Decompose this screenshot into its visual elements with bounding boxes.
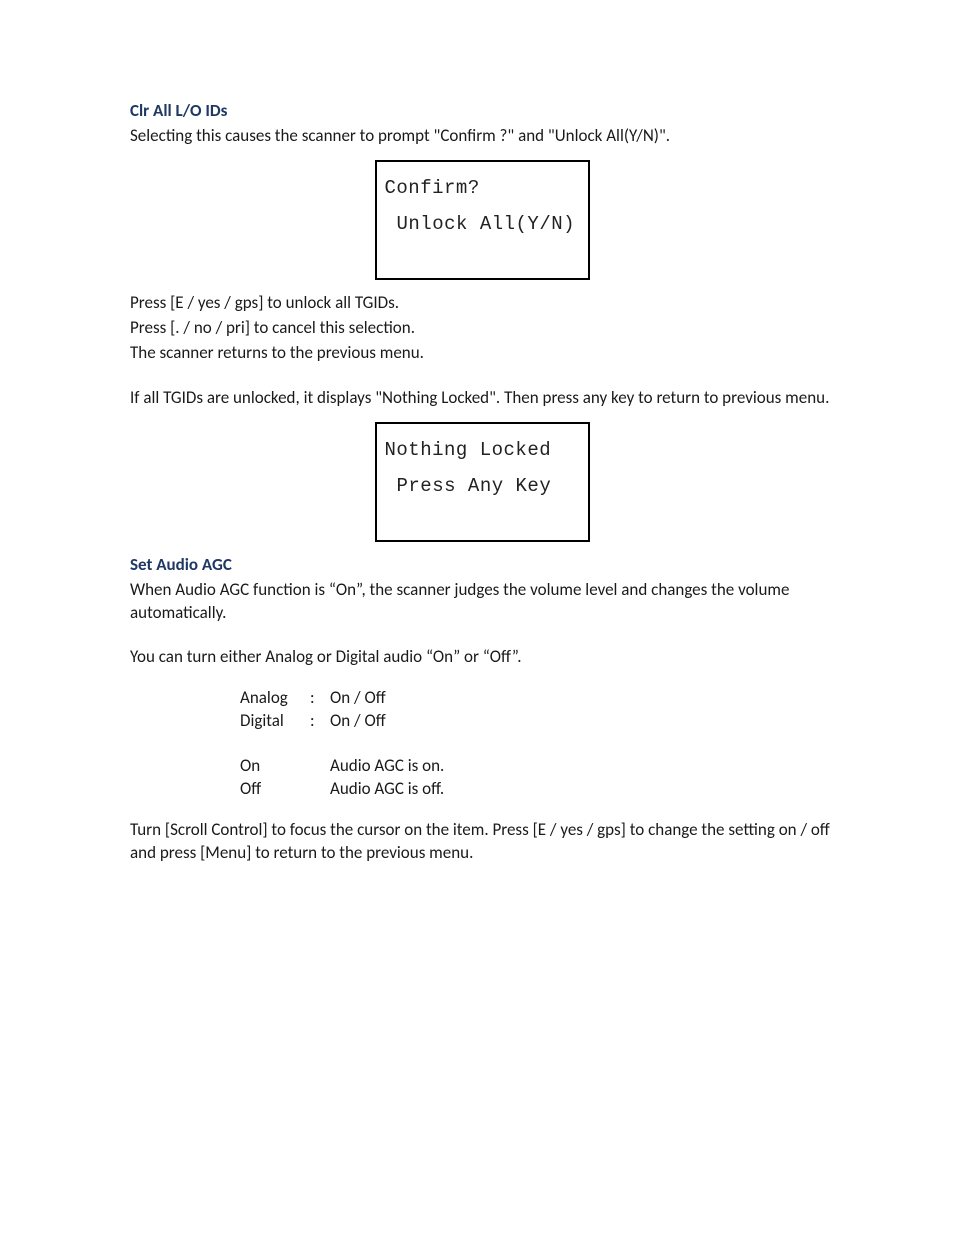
cell-colon <box>310 755 330 778</box>
table-row: On Audio AGC is on. <box>240 755 834 778</box>
table-row: Off Audio AGC is off. <box>240 778 834 801</box>
paragraph: Press [E / yes / gps] to unlock all TGID… <box>130 292 834 315</box>
section-title-clr: Clr All L/O IDs <box>130 100 834 123</box>
cell-value: Audio AGC is off. <box>330 778 530 801</box>
cell-label: Digital <box>240 710 310 733</box>
paragraph: Press [. / no / pri] to cancel this sele… <box>130 317 834 340</box>
cell-value: On / Off <box>330 687 530 710</box>
cell-colon <box>310 778 330 801</box>
table-row: Analog : On / Off <box>240 687 834 710</box>
table-row: Digital : On / Off <box>240 710 834 733</box>
lcd-line: Press Any Key <box>383 468 582 504</box>
lcd-line: Unlock All(Y/N) <box>383 206 582 242</box>
paragraph: The scanner returns to the previous menu… <box>130 342 834 365</box>
cell-colon: : <box>310 687 330 710</box>
cell-value: Audio AGC is on. <box>330 755 530 778</box>
paragraph: Selecting this causes the scanner to pro… <box>130 125 834 148</box>
cell-colon: : <box>310 710 330 733</box>
agc-settings-table: Analog : On / Off Digital : On / Off On … <box>240 687 834 801</box>
lcd-line: Confirm? <box>383 170 582 206</box>
paragraph: You can turn either Analog or Digital au… <box>130 646 834 669</box>
cell-label: On <box>240 755 310 778</box>
cell-label: Analog <box>240 687 310 710</box>
paragraph: Turn [Scroll Control] to focus the curso… <box>130 819 834 865</box>
lcd-line: Nothing Locked <box>383 432 582 468</box>
lcd-display-nothing-locked: Nothing Locked Press Any Key <box>375 422 590 542</box>
paragraph: If all TGIDs are unlocked, it displays "… <box>130 387 834 410</box>
cell-value: On / Off <box>330 710 530 733</box>
paragraph: When Audio AGC function is “On”, the sca… <box>130 579 834 625</box>
cell-label: Off <box>240 778 310 801</box>
section-title-agc: Set Audio AGC <box>130 554 834 577</box>
document-page: Clr All L/O IDs Selecting this causes th… <box>0 0 954 1235</box>
lcd-display-confirm: Confirm? Unlock All(Y/N) <box>375 160 590 280</box>
